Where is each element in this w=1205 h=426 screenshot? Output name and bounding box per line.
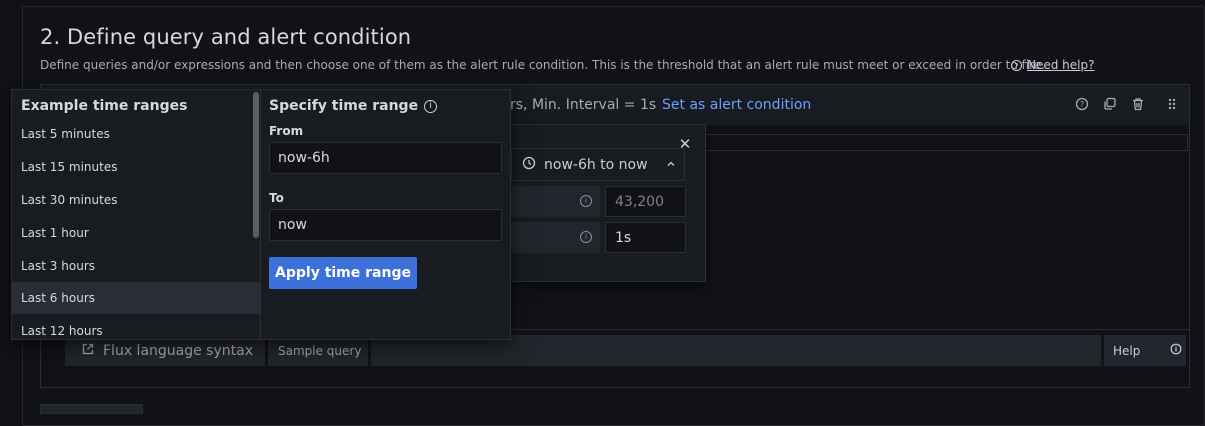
chevron-up-icon bbox=[666, 157, 676, 173]
section-description: Define queries and/or expressions and th… bbox=[40, 58, 1045, 72]
time-range-option-selected[interactable]: Last 6 hours bbox=[12, 282, 260, 314]
set-alert-condition-link[interactable]: Set as alert condition bbox=[662, 97, 811, 113]
info-icon: i bbox=[580, 195, 592, 207]
duplicate-icon[interactable] bbox=[1102, 97, 1118, 113]
from-input[interactable]: now-6h bbox=[269, 142, 502, 174]
trash-icon[interactable] bbox=[1130, 97, 1146, 113]
time-range-option[interactable]: Last 30 minutes bbox=[12, 183, 260, 216]
specify-range-label: Specify time range bbox=[269, 98, 419, 114]
time-range-label: now-6h to now bbox=[544, 156, 648, 173]
time-range-option[interactable]: Last 12 hours bbox=[12, 314, 260, 347]
example-ranges-title: Example time ranges bbox=[21, 98, 188, 114]
from-label: From bbox=[269, 124, 304, 138]
sample-query-label: Sample query bbox=[278, 343, 362, 358]
apply-time-range-button[interactable]: Apply time range bbox=[269, 257, 417, 289]
time-range-option[interactable]: Last 3 hours bbox=[12, 249, 260, 282]
info-circle-icon bbox=[1170, 343, 1182, 358]
need-help[interactable]: ? Need help? bbox=[1011, 58, 1094, 72]
need-help-link[interactable]: Need help? bbox=[1027, 58, 1094, 72]
time-range-option[interactable]: Last 15 minutes bbox=[12, 150, 260, 183]
interval-input[interactable]: 1s bbox=[605, 222, 686, 253]
time-range-button[interactable]: now-6h to now bbox=[511, 148, 685, 181]
svg-text:?: ? bbox=[1080, 100, 1084, 109]
help-circle-icon[interactable]: ? bbox=[1074, 97, 1090, 113]
info-icon: i bbox=[580, 231, 592, 243]
section-title: 2. Define query and alert condition bbox=[40, 25, 412, 49]
scrollbar-thumb[interactable] bbox=[253, 92, 259, 238]
query-summary: rs, Min. Interval = 1s bbox=[510, 97, 657, 113]
to-input[interactable]: now bbox=[269, 209, 502, 241]
specify-range-title: Specify time range i bbox=[269, 98, 438, 114]
drag-handle-icon[interactable] bbox=[1164, 97, 1180, 113]
help-button[interactable]: Help bbox=[1104, 335, 1186, 366]
add-query-button[interactable] bbox=[40, 404, 143, 414]
clock-icon bbox=[522, 156, 536, 174]
max-data-points-input[interactable]: 43,200 bbox=[605, 186, 686, 217]
to-label: To bbox=[269, 191, 284, 205]
time-range-option[interactable]: Last 1 hour bbox=[12, 216, 260, 249]
help-label: Help bbox=[1113, 343, 1141, 358]
info-circle-icon[interactable]: i bbox=[424, 99, 438, 113]
time-range-option[interactable]: Last 5 minutes bbox=[12, 117, 260, 150]
question-circle-icon: ? bbox=[1011, 59, 1022, 71]
